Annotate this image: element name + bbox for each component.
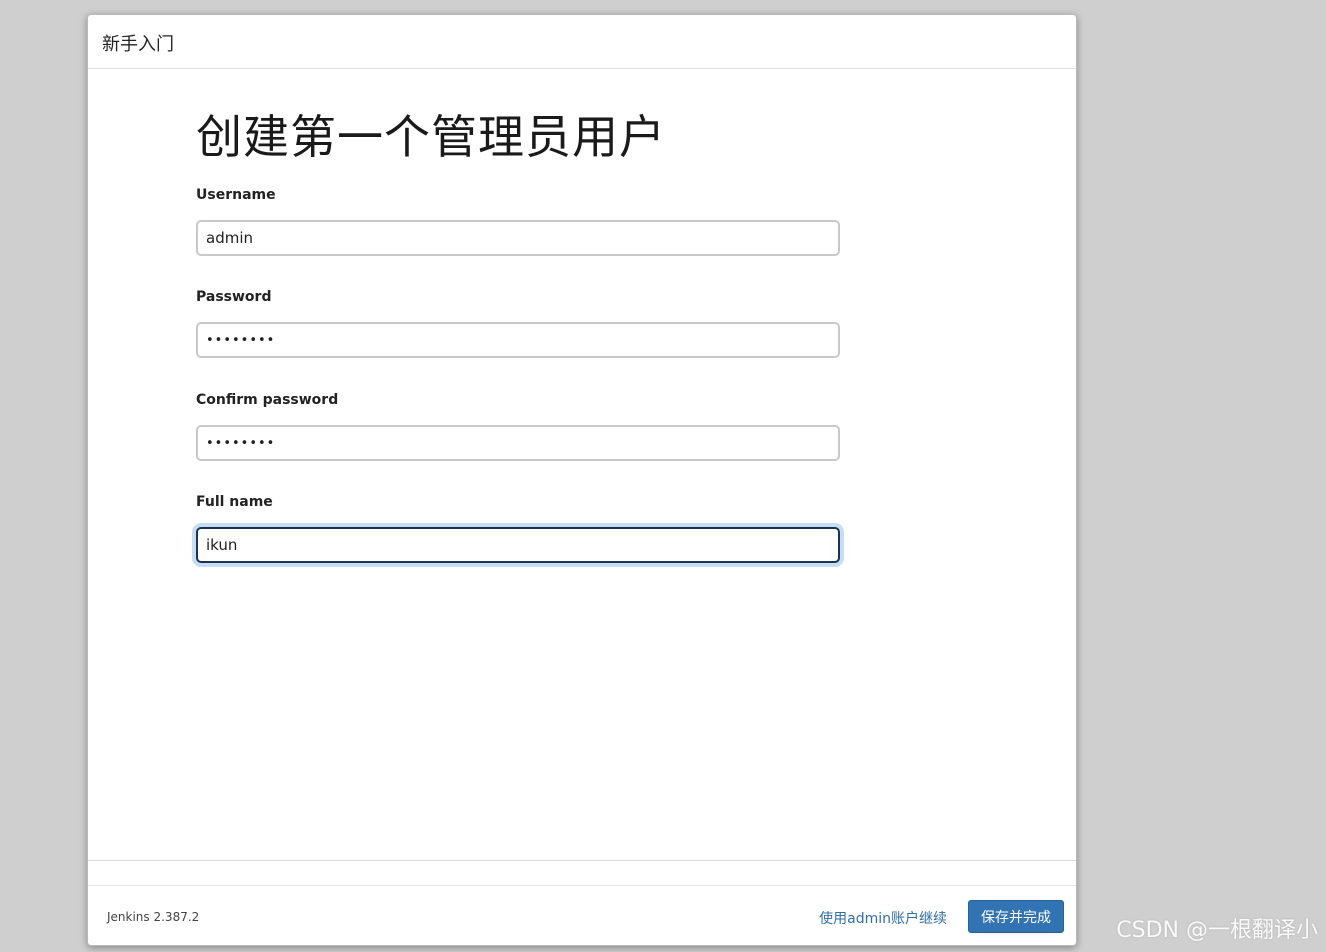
dialog-footer: Jenkins 2.387.2 使用admin账户继续 保存并完成	[88, 885, 1076, 945]
password-group: Password	[196, 287, 840, 358]
username-input[interactable]	[196, 220, 840, 256]
setup-dialog: 新手入门 创建第一个管理员用户 Username Password Confir…	[87, 14, 1077, 946]
confirm-password-group: Confirm password	[196, 390, 840, 461]
password-label: Password	[196, 289, 272, 305]
username-label: Username	[196, 187, 276, 203]
save-and-finish-button[interactable]: 保存并完成	[968, 900, 1064, 933]
confirm-password-label: Confirm password	[196, 392, 339, 408]
continue-as-admin-link[interactable]: 使用admin账户继续	[819, 908, 947, 928]
full-name-group: Full name	[196, 492, 840, 563]
version-label: Jenkins 2.387.2	[107, 910, 200, 924]
dialog-header: 新手入门	[88, 15, 1076, 69]
page-title: 创建第一个管理员用户	[196, 110, 666, 164]
header-title: 新手入门	[102, 34, 174, 55]
full-name-input[interactable]	[196, 527, 840, 563]
footer-divider	[88, 860, 1076, 861]
password-input[interactable]	[196, 322, 840, 358]
watermark: CSDN @一根翻译小	[1116, 918, 1318, 943]
confirm-password-input[interactable]	[196, 425, 840, 461]
full-name-label: Full name	[196, 494, 273, 510]
username-group: Username	[196, 185, 840, 256]
